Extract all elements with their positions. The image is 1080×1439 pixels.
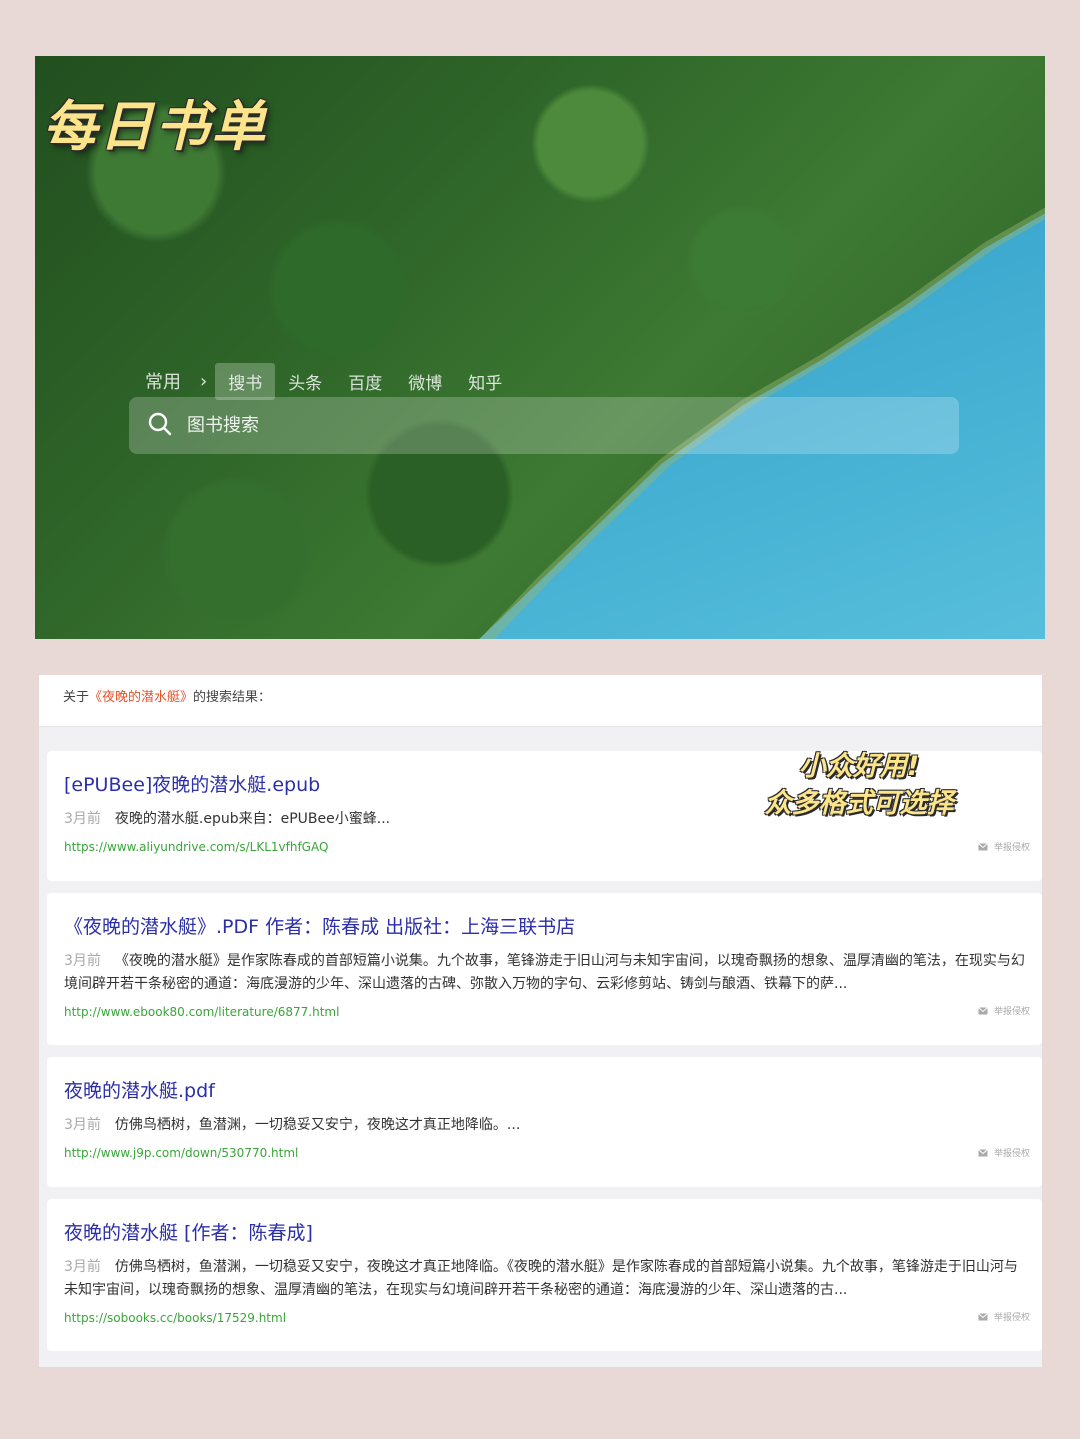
result-card: 《夜晚的潜水艇》.PDF 作者：陈春成 出版社：上海三联书店 3月前 《夜晚的潜水…	[47, 893, 1042, 1045]
report-label: 举报侵权	[993, 843, 1030, 853]
summary-suffix: 的搜索结果：	[193, 690, 272, 705]
result-url[interactable]: https://sobooks.cc/books/17529.html	[64, 1311, 1030, 1325]
overlay-line-1: 小众好用!	[798, 751, 920, 782]
result-snippet: 《夜晚的潜水艇》是作家陈春成的首部短篇小说集。九个故事，笔锋游走于旧山河与未知宇…	[64, 953, 1025, 992]
result-title-link[interactable]: 《夜晚的潜水艇》.PDF 作者：陈春成 出版社：上海三联书店	[64, 914, 1030, 940]
result-card: 夜晚的潜水艇 [作者：陈春成] 3月前 仿佛鸟栖树，鱼潜渊，一切稳妥又安宁，夜晚这…	[47, 1199, 1042, 1351]
mail-icon	[978, 1148, 988, 1156]
chevron-right-icon[interactable]: ›	[194, 371, 215, 392]
overlay-line-2: 众多格式可选择	[764, 788, 954, 819]
result-snippet: 仿佛鸟栖树，鱼潜渊，一切稳妥又安宁，夜晚这才真正地降临。《夜晚的潜水艇》是作家陈…	[64, 1259, 1018, 1298]
result-snippet: 夜晚的潜水艇.epub来自：ePUBee小蜜蜂...	[114, 811, 391, 827]
search-category-tabs: 常用 › 搜书 头条 百度 微博 知乎	[141, 362, 515, 400]
result-description: 3月前 仿佛鸟栖树，鱼潜渊，一切稳妥又安宁，夜晚这才真正地降临。《夜晚的潜水艇》是…	[64, 1256, 1030, 1302]
hero-banner: 每日书单 常用 › 搜书 头条 百度 微博 知乎	[35, 56, 1045, 639]
result-url[interactable]: http://www.j9p.com/down/530770.html	[64, 1146, 1030, 1160]
result-title-link[interactable]: 夜晚的潜水艇 [作者：陈春成]	[64, 1220, 1030, 1246]
overlay-caption: 小众好用! 众多格式可选择	[744, 748, 974, 822]
result-time: 3月前	[64, 1117, 101, 1133]
tab-toutiao[interactable]: 头条	[275, 363, 335, 400]
mail-icon	[978, 1312, 988, 1320]
mail-icon	[978, 842, 988, 850]
report-link[interactable]: 举报侵权	[978, 1146, 1030, 1159]
hero-title: 每日书单	[43, 95, 267, 158]
result-time: 3月前	[64, 1259, 101, 1275]
summary-prefix: 关于	[63, 690, 90, 705]
mail-icon	[978, 1006, 988, 1014]
search-keyword: 《夜晚的潜水艇》	[89, 690, 194, 705]
result-url[interactable]: http://www.ebook80.com/literature/6877.h…	[64, 1005, 1030, 1019]
tab-book-search[interactable]: 搜书	[215, 362, 276, 400]
result-description: 3月前 仿佛鸟栖树，鱼潜渊，一切稳妥又安宁，夜晚这才真正地降临。...	[64, 1114, 1030, 1137]
report-link[interactable]: 举报侵权	[978, 1310, 1030, 1323]
result-time: 3月前	[64, 953, 101, 969]
tab-zhihu[interactable]: 知乎	[455, 363, 515, 400]
search-bar[interactable]	[129, 397, 959, 454]
result-description: 3月前 《夜晚的潜水艇》是作家陈春成的首部短篇小说集。九个故事，笔锋游走于旧山河与…	[64, 950, 1030, 996]
tab-common[interactable]: 常用	[141, 362, 194, 400]
search-input[interactable]	[187, 415, 787, 436]
results-summary: 关于《夜晚的潜水艇》的搜索结果：	[39, 675, 1042, 727]
result-snippet: 仿佛鸟栖树，鱼潜渊，一切稳妥又安宁，夜晚这才真正地降临。...	[114, 1117, 521, 1133]
result-card: 夜晚的潜水艇.pdf 3月前 仿佛鸟栖树，鱼潜渊，一切稳妥又安宁，夜晚这才真正地降…	[47, 1057, 1042, 1187]
report-label: 举报侵权	[993, 1007, 1030, 1017]
result-title-link[interactable]: 夜晚的潜水艇.pdf	[64, 1078, 1030, 1104]
report-label: 举报侵权	[993, 1313, 1030, 1323]
report-link[interactable]: 举报侵权	[978, 1004, 1030, 1017]
tab-weibo[interactable]: 微博	[395, 363, 455, 400]
result-time: 3月前	[64, 811, 101, 827]
report-label: 举报侵权	[993, 1149, 1030, 1159]
tab-baidu[interactable]: 百度	[335, 363, 395, 400]
search-icon[interactable]	[147, 411, 173, 441]
result-url[interactable]: https://www.aliyundrive.com/s/LKL1vfhfGA…	[64, 840, 1030, 854]
report-link[interactable]: 举报侵权	[978, 840, 1030, 853]
